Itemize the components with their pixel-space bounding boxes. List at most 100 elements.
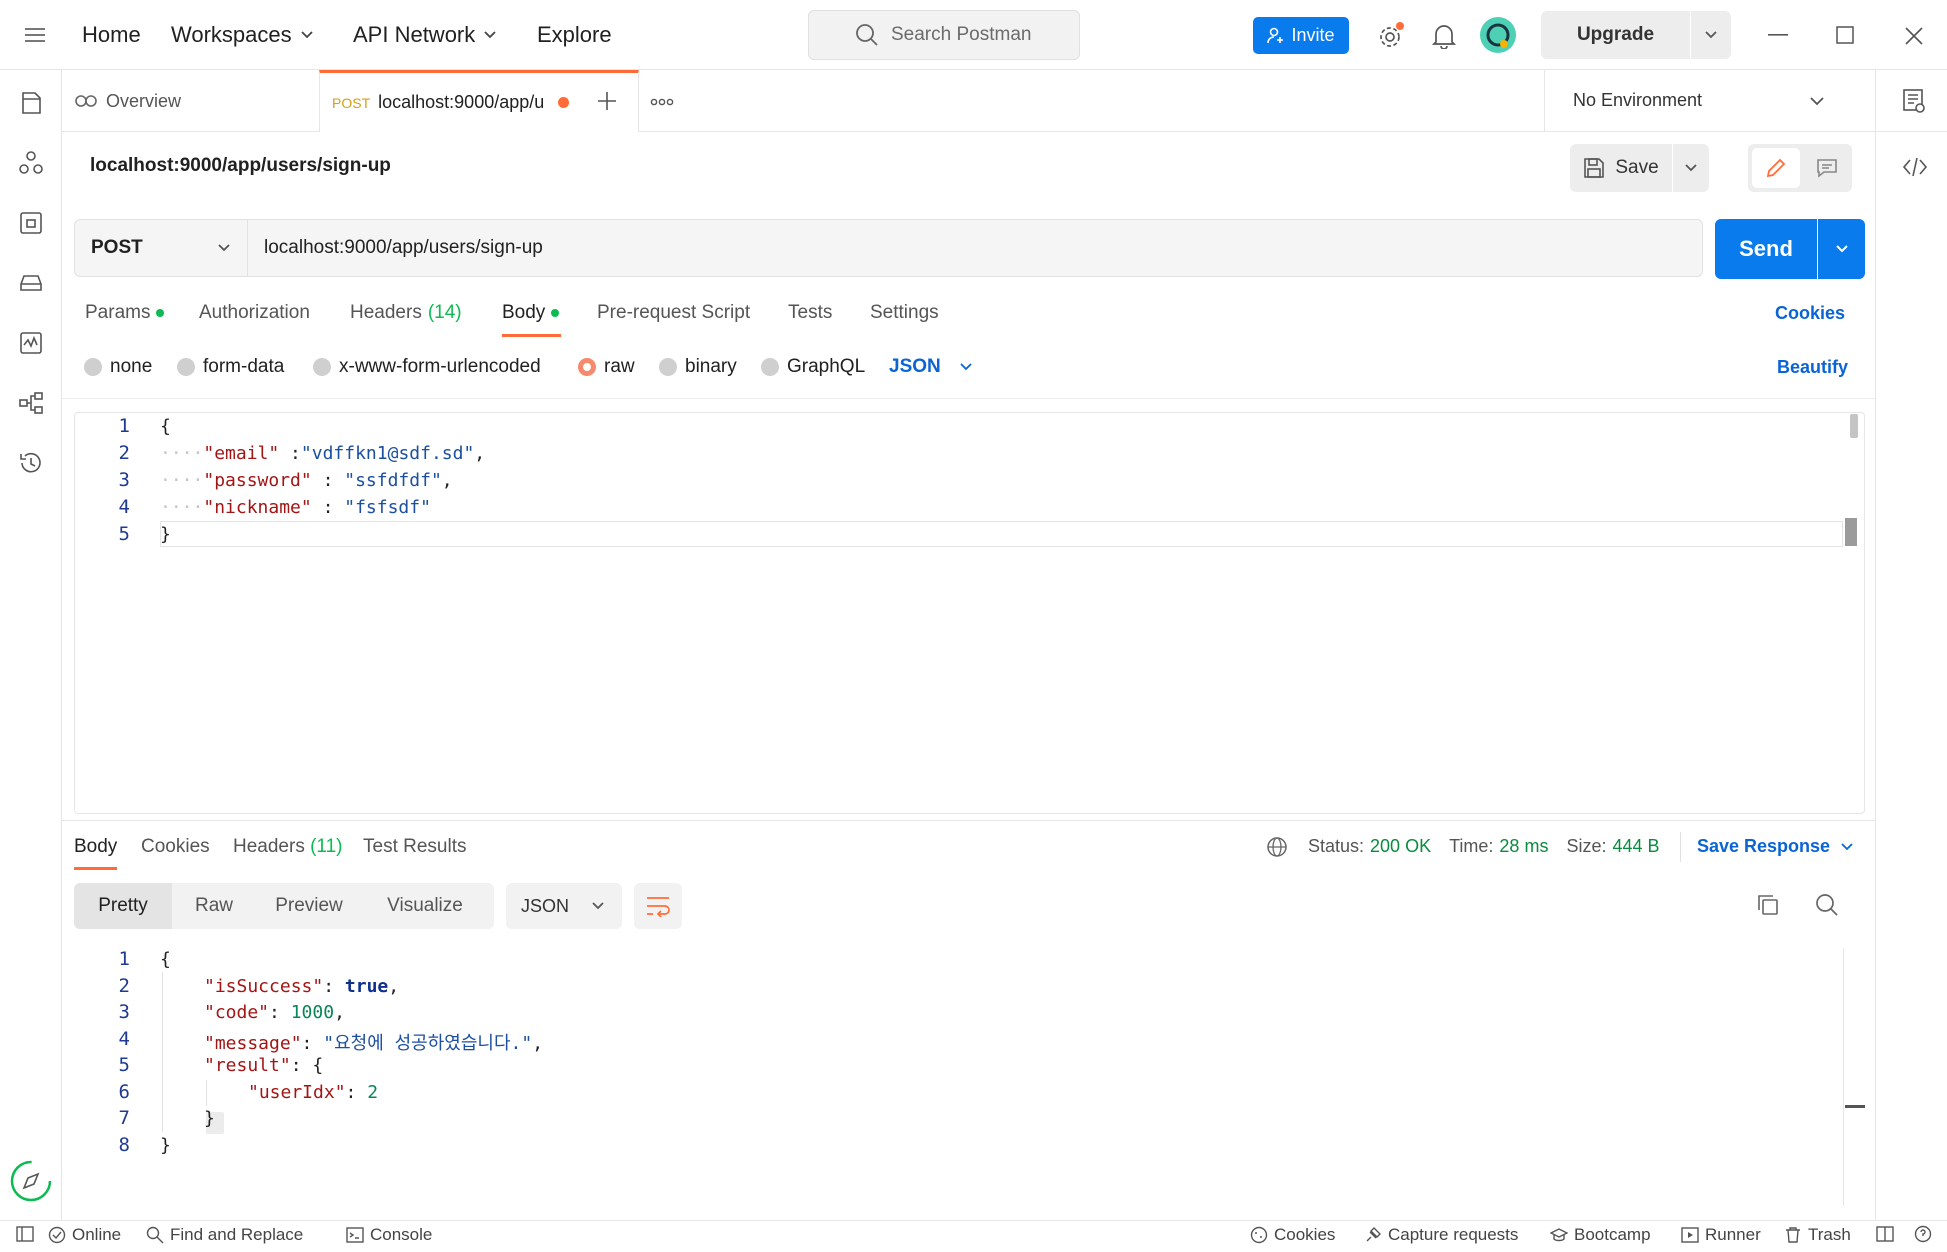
chevron-down-icon	[1840, 842, 1854, 852]
search-input[interactable]: Search Postman	[808, 10, 1080, 60]
cookies-link[interactable]: Cookies	[1775, 303, 1845, 324]
view-pretty[interactable]: Pretty	[74, 883, 172, 929]
tab-body[interactable]: Body	[502, 302, 560, 324]
nav-explore[interactable]: Explore	[537, 22, 612, 48]
view-preview[interactable]: Preview	[256, 883, 362, 929]
tab-params[interactable]: Params	[85, 302, 165, 324]
right-rail	[1875, 70, 1947, 1220]
tab-method: POST	[332, 94, 371, 111]
console-button[interactable]: Console	[346, 1225, 432, 1245]
nav-workspaces[interactable]: Workspaces	[171, 22, 314, 48]
upgrade-dropdown[interactable]	[1691, 11, 1731, 59]
time-value[interactable]: 28 ms	[1499, 836, 1548, 857]
cookies-button[interactable]: Cookies	[1250, 1225, 1335, 1245]
history-icon[interactable]	[18, 450, 44, 476]
request-title[interactable]: localhost:9000/app/users/sign-up	[90, 155, 391, 177]
bell-icon[interactable]	[1432, 23, 1456, 49]
globe-icon[interactable]	[1266, 836, 1288, 858]
runner-button[interactable]: Runner	[1681, 1225, 1761, 1245]
maximize-icon[interactable]	[1836, 26, 1854, 44]
json-value: true	[344, 976, 389, 997]
sidebar-toggle-icon[interactable]	[16, 1225, 34, 1243]
invite-button[interactable]: Invite	[1253, 17, 1349, 54]
bootcamp-button[interactable]: Bootcamp	[1550, 1225, 1651, 1245]
online-status[interactable]: Online	[48, 1225, 121, 1245]
view-visualize[interactable]: Visualize	[362, 883, 488, 929]
radio-form-data[interactable]: form-data	[177, 356, 284, 378]
status-value[interactable]: 200 OK	[1370, 836, 1431, 857]
menu-icon[interactable]	[24, 26, 46, 44]
indent-guide	[206, 1080, 207, 1106]
nav-api-network[interactable]: API Network	[353, 22, 497, 48]
line-number: 3	[118, 1001, 130, 1023]
help-icon[interactable]	[1914, 1225, 1932, 1243]
save-response-button[interactable]: Save Response	[1697, 836, 1854, 857]
tab-tests[interactable]: Tests	[788, 302, 832, 324]
two-pane-icon[interactable]	[1876, 1225, 1894, 1243]
json-separator: :	[311, 497, 345, 518]
comments-button[interactable]	[1804, 148, 1850, 188]
nav-workspaces-label: Workspaces	[171, 22, 292, 47]
search-icon[interactable]	[1815, 893, 1839, 917]
response-tab-body[interactable]: Body	[74, 836, 117, 858]
radio-raw[interactable]: raw	[578, 356, 635, 378]
response-tab-headers[interactable]: Headers (11)	[233, 836, 343, 858]
response-format-select[interactable]: JSON	[506, 883, 622, 929]
minimize-icon[interactable]	[1768, 34, 1788, 36]
wrap-lines-button[interactable]	[634, 883, 682, 929]
avatar[interactable]	[1480, 17, 1516, 53]
body-format-select[interactable]: JSON	[889, 356, 973, 378]
capture-requests-button[interactable]: Capture requests	[1364, 1225, 1518, 1245]
brace: {	[312, 1055, 324, 1076]
send-dropdown[interactable]	[1818, 219, 1865, 279]
edit-button[interactable]	[1752, 148, 1800, 188]
radio-binary[interactable]: binary	[659, 356, 737, 378]
radio-urlencoded[interactable]: x-www-form-urlencoded	[313, 356, 541, 378]
scrollbar-track[interactable]	[1843, 948, 1844, 1206]
tab-active-request[interactable]: POST localhost:9000/app/u	[319, 70, 639, 132]
size-value[interactable]: 444 B	[1612, 836, 1659, 857]
tab-overview[interactable]: Overview	[74, 70, 319, 132]
view-raw[interactable]: Raw	[172, 883, 256, 929]
tab-settings[interactable]: Settings	[870, 302, 939, 324]
response-tab-body-label: Body	[74, 836, 118, 857]
save-dropdown[interactable]	[1673, 144, 1709, 192]
response-divider[interactable]	[62, 820, 1875, 821]
more-tabs-icon[interactable]	[650, 98, 674, 106]
rocket-icon[interactable]	[10, 1160, 52, 1202]
console-label: Console	[370, 1225, 433, 1244]
tab-authorization[interactable]: Authorization	[199, 302, 310, 324]
active-tab-underline	[502, 334, 561, 337]
environment-selector[interactable]: No Environment	[1544, 70, 1864, 132]
radio-form-data-label: form-data	[203, 356, 285, 377]
tab-pre-request-script[interactable]: Pre-request Script	[597, 302, 750, 324]
method-select[interactable]: POST	[74, 219, 248, 277]
settings-gear-icon[interactable]	[1377, 22, 1405, 50]
apis-icon[interactable]	[18, 150, 44, 176]
find-replace-button[interactable]: Find and Replace	[146, 1225, 303, 1245]
flows-icon[interactable]	[18, 390, 44, 416]
upgrade-button[interactable]: Upgrade	[1541, 11, 1690, 59]
monitors-icon[interactable]	[18, 330, 44, 356]
scrollbar-thumb[interactable]	[1850, 414, 1858, 438]
collections-icon[interactable]	[18, 90, 44, 116]
close-icon[interactable]	[1904, 26, 1924, 46]
copy-icon[interactable]	[1756, 893, 1780, 917]
graduation-cap-icon	[1550, 1226, 1568, 1244]
tab-headers[interactable]: Headers (14)	[350, 302, 462, 324]
save-button[interactable]: Save	[1570, 144, 1672, 192]
response-tab-test-results[interactable]: Test Results	[363, 836, 466, 858]
environment-quick-look-icon[interactable]	[1902, 88, 1926, 114]
mock-servers-icon[interactable]	[18, 270, 44, 296]
beautify-link[interactable]: Beautify	[1777, 357, 1848, 378]
add-tab-icon[interactable]	[596, 90, 618, 112]
url-input[interactable]: localhost:9000/app/users/sign-up	[247, 219, 1703, 277]
nav-home[interactable]: Home	[82, 22, 141, 48]
trash-button[interactable]: Trash	[1784, 1225, 1851, 1245]
radio-none[interactable]: none	[84, 356, 152, 378]
response-tab-cookies[interactable]: Cookies	[141, 836, 210, 858]
send-button[interactable]: Send	[1715, 219, 1817, 279]
code-icon[interactable]	[1902, 156, 1928, 178]
environments-icon[interactable]	[18, 210, 44, 236]
radio-graphql[interactable]: GraphQL	[761, 356, 865, 378]
